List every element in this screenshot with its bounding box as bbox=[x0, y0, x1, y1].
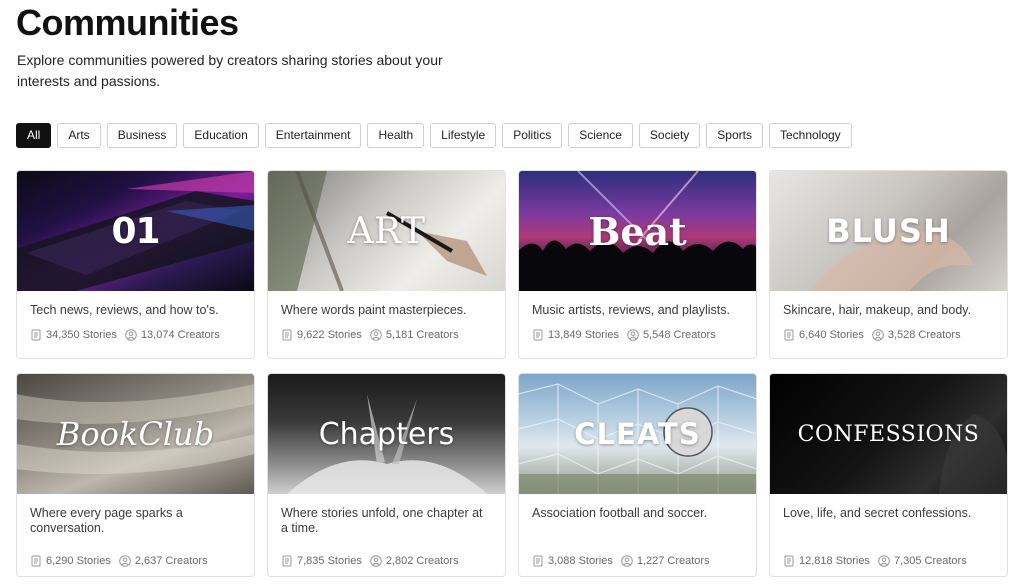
filter-chip-technology[interactable]: Technology bbox=[768, 123, 852, 148]
person-icon bbox=[119, 555, 131, 567]
story-count: 34,350 Stories bbox=[46, 329, 117, 341]
creator-count: 2,802 Creators bbox=[385, 555, 459, 567]
community-brand: BookClub bbox=[56, 415, 215, 453]
community-card-beat[interactable]: Beat Music artists, reviews, and playlis… bbox=[518, 170, 757, 359]
creator-count: 1,227 Creators bbox=[636, 555, 710, 567]
community-description: Love, life, and secret confessions. bbox=[783, 506, 972, 520]
creator-count: 5,181 Creators bbox=[385, 329, 459, 341]
filter-chip-sports[interactable]: Sports bbox=[706, 123, 763, 148]
community-stats: 3,088 Stories 1,227 Creators bbox=[532, 555, 743, 567]
category-filter-bar: All Arts Business Education Entertainmen… bbox=[16, 123, 852, 148]
document-icon bbox=[31, 329, 41, 341]
story-count: 3,088 Stories bbox=[548, 555, 613, 567]
community-stats: 6,290 Stories 2,637 Creators bbox=[30, 555, 241, 567]
community-stats: 34,350 Stories 13,074 Creators bbox=[30, 329, 241, 341]
community-brand: CLEATS bbox=[574, 417, 701, 451]
community-card-blush[interactable]: BLUSH Skincare, hair, makeup, and body. … bbox=[769, 170, 1008, 359]
document-icon bbox=[533, 329, 543, 341]
person-icon bbox=[878, 555, 890, 567]
document-icon bbox=[31, 555, 41, 567]
creator-count: 3,528 Creators bbox=[887, 329, 961, 341]
filter-chip-politics[interactable]: Politics bbox=[502, 123, 563, 148]
filter-chip-all[interactable]: All bbox=[16, 123, 52, 148]
community-brand: Beat bbox=[588, 208, 687, 254]
community-banner: CONFESSIONS bbox=[770, 374, 1007, 494]
filter-chip-entertainment[interactable]: Entertainment bbox=[264, 123, 362, 148]
community-brand: BLUSH bbox=[826, 212, 951, 250]
community-stats: 13,849 Stories 5,548 Creators bbox=[532, 329, 743, 341]
community-banner: BLUSH bbox=[770, 171, 1007, 291]
community-description: Where stories unfold, one chapter at a t… bbox=[281, 506, 483, 535]
community-description: Where words paint masterpieces. bbox=[281, 303, 467, 317]
community-card-confessions[interactable]: CONFESSIONS Love, life, and secret confe… bbox=[769, 373, 1008, 577]
page-title: Communities bbox=[16, 2, 239, 43]
filter-chip-society[interactable]: Society bbox=[638, 123, 701, 148]
community-brand: CONFESSIONS bbox=[797, 421, 980, 447]
filter-chip-science[interactable]: Science bbox=[568, 123, 633, 148]
story-count: 12,818 Stories bbox=[799, 555, 870, 567]
document-icon bbox=[784, 555, 794, 567]
community-card-chapters[interactable]: Chapters Where stories unfold, one chapt… bbox=[267, 373, 506, 577]
person-icon bbox=[370, 329, 382, 341]
filter-chip-lifestyle[interactable]: Lifestyle bbox=[430, 123, 497, 148]
community-banner: CLEATS bbox=[519, 374, 756, 494]
community-card-bookclub[interactable]: BookClub Where every page sparks a conve… bbox=[16, 373, 255, 577]
person-icon bbox=[621, 555, 633, 567]
creator-count: 5,548 Creators bbox=[642, 329, 716, 341]
community-banner: 01 bbox=[17, 171, 254, 291]
person-icon bbox=[370, 555, 382, 567]
person-icon bbox=[125, 329, 137, 341]
filter-chip-education[interactable]: Education bbox=[183, 123, 259, 148]
community-description: Music artists, reviews, and playlists. bbox=[532, 303, 730, 317]
creator-count: 7,305 Creators bbox=[893, 555, 967, 567]
community-description: Where every page sparks a conversation. bbox=[30, 506, 183, 535]
document-icon bbox=[533, 555, 543, 567]
filter-chip-business[interactable]: Business bbox=[106, 123, 178, 148]
community-grid: 01 Tech news, reviews, and how to's. 34,… bbox=[16, 170, 1009, 577]
community-card-art[interactable]: ART Where words paint masterpieces. 9,62… bbox=[267, 170, 506, 359]
community-stats: 9,622 Stories 5,181 Creators bbox=[281, 329, 492, 341]
community-brand: Chapters bbox=[318, 416, 455, 452]
community-description: Tech news, reviews, and how to's. bbox=[30, 303, 219, 317]
filter-chip-health[interactable]: Health bbox=[367, 123, 425, 148]
person-icon bbox=[872, 329, 884, 341]
community-description: Association football and soccer. bbox=[532, 506, 708, 520]
story-count: 6,290 Stories bbox=[46, 555, 111, 567]
community-stats: 12,818 Stories 7,305 Creators bbox=[783, 555, 994, 567]
document-icon bbox=[784, 329, 794, 341]
filter-chip-arts[interactable]: Arts bbox=[57, 123, 101, 148]
community-brand: 01 bbox=[111, 210, 160, 252]
community-description: Skincare, hair, makeup, and body. bbox=[783, 303, 972, 317]
person-icon bbox=[627, 329, 639, 341]
story-count: 7,835 Stories bbox=[297, 555, 362, 567]
document-icon bbox=[282, 555, 292, 567]
document-icon bbox=[282, 329, 292, 341]
creator-count: 2,637 Creators bbox=[134, 555, 208, 567]
community-banner: BookClub bbox=[17, 374, 254, 494]
community-banner: Chapters bbox=[268, 374, 505, 494]
creator-count: 13,074 Creators bbox=[140, 329, 220, 341]
community-banner: ART bbox=[268, 171, 505, 291]
community-stats: 6,640 Stories 3,528 Creators bbox=[783, 329, 994, 341]
community-stats: 7,835 Stories 2,802 Creators bbox=[281, 555, 492, 567]
page-subtitle: Explore communities powered by creators … bbox=[17, 52, 443, 89]
community-banner: Beat bbox=[519, 171, 756, 291]
story-count: 6,640 Stories bbox=[799, 329, 864, 341]
story-count: 9,622 Stories bbox=[297, 329, 362, 341]
story-count: 13,849 Stories bbox=[548, 329, 619, 341]
community-card-01[interactable]: 01 Tech news, reviews, and how to's. 34,… bbox=[16, 170, 255, 359]
community-card-cleats[interactable]: CLEATS Association football and soccer. … bbox=[518, 373, 757, 577]
community-brand: ART bbox=[347, 210, 426, 252]
